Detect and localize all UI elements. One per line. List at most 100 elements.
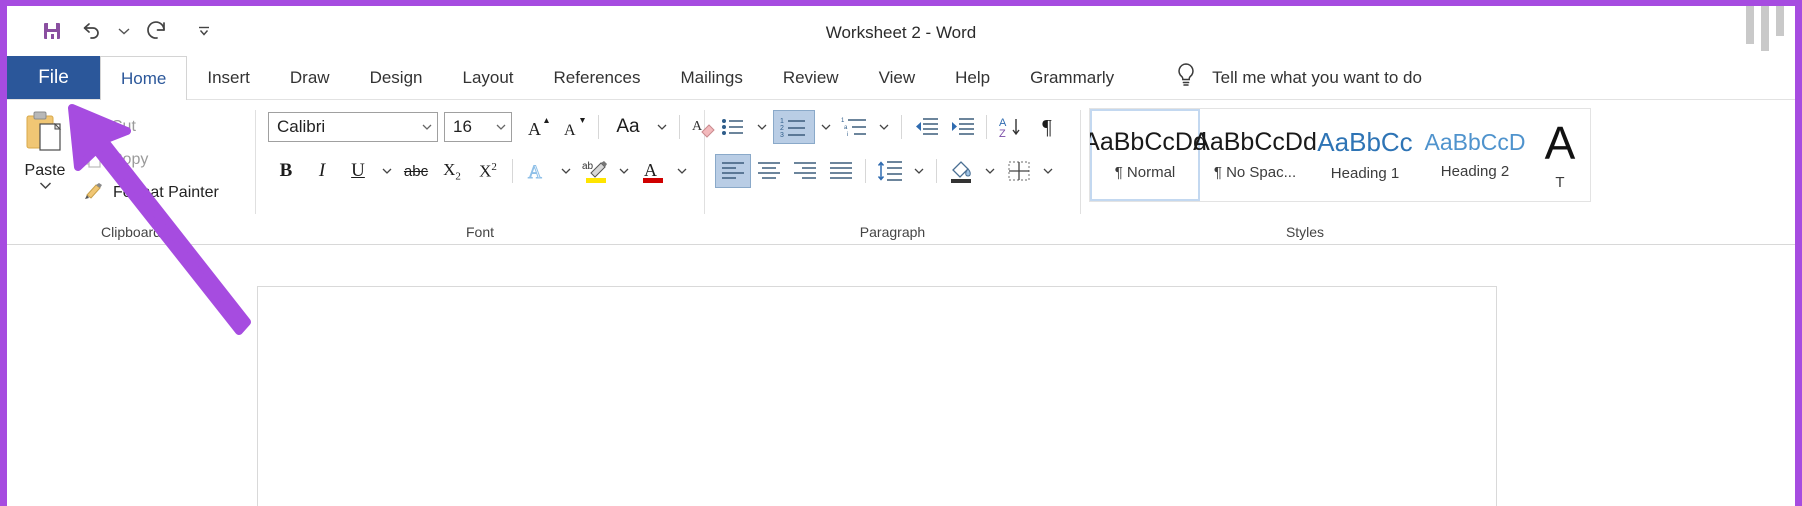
multilevel-list-icon[interactable]: 1 a i <box>837 110 873 144</box>
style-preview: AaBbCcDd <box>1193 127 1317 156</box>
text-effects-dropdown-icon[interactable] <box>555 154 577 188</box>
font-color-dropdown-icon[interactable] <box>671 154 693 188</box>
text-highlight-color-icon[interactable]: ab <box>577 154 613 188</box>
svg-text:3: 3 <box>780 132 784 138</box>
copy-label: Copy <box>111 151 149 168</box>
undo-icon[interactable] <box>74 15 108 47</box>
svg-text:A: A <box>528 119 541 139</box>
line-spacing-dropdown-icon[interactable] <box>908 154 930 188</box>
tab-mailings[interactable]: Mailings <box>660 56 762 99</box>
style-heading-2[interactable]: AaBbCcD Heading 2 <box>1420 109 1530 201</box>
change-case-icon[interactable]: Aa <box>605 110 651 144</box>
style-normal[interactable]: AaBbCcDd ¶ Normal <box>1090 109 1207 201</box>
style-no-spacing[interactable]: AaBbCcDd ¶ No Spac... <box>1193 109 1317 201</box>
svg-text:A: A <box>692 119 703 134</box>
style-name: T <box>1555 173 1565 191</box>
tab-view[interactable]: View <box>859 56 936 99</box>
close-button[interactable] <box>1776 6 1784 36</box>
undo-dropdown-icon[interactable] <box>113 15 135 47</box>
superscript-icon[interactable]: X2 <box>470 154 506 188</box>
underline-icon[interactable]: U <box>340 154 376 188</box>
bullets-icon[interactable] <box>715 110 751 144</box>
bullets-dropdown-icon[interactable] <box>751 110 773 144</box>
tab-design[interactable]: Design <box>350 56 443 99</box>
format-painter-button[interactable]: Format Painter <box>83 180 219 206</box>
svg-text:ab: ab <box>582 161 594 172</box>
annotation-border-top <box>0 0 1802 6</box>
tab-grammarly[interactable]: Grammarly <box>1010 56 1134 99</box>
tab-draw[interactable]: Draw <box>270 56 350 99</box>
style-heading-1[interactable]: AaBbCc Heading 1 <box>1310 109 1420 201</box>
strikethrough-icon[interactable]: abc <box>398 154 434 188</box>
shrink-font-icon[interactable]: A <box>556 110 592 144</box>
tab-references[interactable]: References <box>534 56 661 99</box>
tab-file[interactable]: File <box>7 56 100 99</box>
grow-font-icon[interactable]: A <box>520 110 556 144</box>
font-size-input[interactable]: 16 <box>444 112 512 142</box>
borders-icon[interactable] <box>1001 154 1037 188</box>
document-page[interactable] <box>257 286 1497 506</box>
cut-button[interactable]: Cut <box>83 114 219 140</box>
paragraph-group-label: Paragraph <box>859 224 926 240</box>
highlight-dropdown-icon[interactable] <box>613 154 635 188</box>
align-center-icon[interactable] <box>751 154 787 188</box>
show-formatting-marks-icon[interactable]: ¶ <box>1029 110 1065 144</box>
borders-dropdown-icon[interactable] <box>1037 154 1059 188</box>
svg-text:1: 1 <box>780 118 784 125</box>
ribbon-group-styles: AaBbCcDd ¶ Normal AaBbCcDd ¶ No Spac... … <box>1081 100 1795 245</box>
sort-icon[interactable]: A Z <box>993 110 1029 144</box>
subscript-icon[interactable]: X2 <box>434 154 470 188</box>
decrease-indent-icon[interactable] <box>908 110 944 144</box>
italic-icon[interactable]: I <box>304 154 340 188</box>
svg-text:i: i <box>847 132 848 138</box>
text-effects-icon[interactable]: A <box>519 154 555 188</box>
font-name-input[interactable]: Calibri <box>268 112 438 142</box>
tell-me-box[interactable]: Tell me what you want to do <box>1134 56 1422 99</box>
bold-icon[interactable]: B <box>268 154 304 188</box>
svg-text:A: A <box>564 122 576 139</box>
shading-icon[interactable] <box>943 154 979 188</box>
style-preview: A <box>1544 116 1576 169</box>
ribbon: Paste Cut Copy Format Painter Clipboard … <box>7 100 1795 245</box>
numbering-dropdown-icon[interactable] <box>815 110 837 144</box>
increase-indent-icon[interactable] <box>944 110 980 144</box>
minimize-button[interactable] <box>1746 6 1754 44</box>
underline-dropdown-icon[interactable] <box>376 154 398 188</box>
format-painter-label: Format Painter <box>113 184 219 201</box>
paste-button[interactable]: Paste <box>7 108 83 192</box>
tab-review[interactable]: Review <box>763 56 859 99</box>
paste-dropdown-icon[interactable] <box>39 180 52 192</box>
tell-me-label: Tell me what you want to do <box>1212 67 1422 87</box>
style-preview: AaBbCcDd <box>1089 127 1207 156</box>
style-title[interactable]: A T <box>1530 109 1590 201</box>
font-size-value: 16 <box>453 117 472 136</box>
paste-icon <box>26 111 62 151</box>
quick-access-toolbar <box>7 15 215 47</box>
tab-home[interactable]: Home <box>100 56 188 100</box>
svg-text:1: 1 <box>841 118 845 124</box>
ribbon-group-font: Calibri 16 A A Aa A B I U abc X2 X2 A ab… <box>256 100 715 245</box>
copy-button[interactable]: Copy <box>83 147 219 173</box>
multilevel-list-dropdown-icon[interactable] <box>873 110 895 144</box>
font-color-icon[interactable]: A <box>635 154 671 188</box>
document-area[interactable] <box>7 246 1795 506</box>
align-left-icon[interactable] <box>715 154 751 188</box>
title-bar: Worksheet 2 - Word <box>7 6 1795 56</box>
maximize-button[interactable] <box>1761 6 1769 51</box>
tab-help[interactable]: Help <box>935 56 1010 99</box>
align-right-icon[interactable] <box>787 154 823 188</box>
line-spacing-icon[interactable] <box>872 154 908 188</box>
save-icon[interactable] <box>35 15 69 47</box>
customize-qat-icon[interactable] <box>193 15 215 47</box>
change-case-dropdown-icon[interactable] <box>651 110 673 144</box>
tab-layout[interactable]: Layout <box>442 56 533 99</box>
annotation-border-right <box>1795 0 1802 506</box>
svg-text:a: a <box>844 125 848 131</box>
annotation-border-left <box>0 0 7 506</box>
redo-icon[interactable] <box>140 15 174 47</box>
justify-icon[interactable] <box>823 154 859 188</box>
tab-insert[interactable]: Insert <box>187 56 270 99</box>
shading-dropdown-icon[interactable] <box>979 154 1001 188</box>
style-name: Heading 2 <box>1440 163 1510 181</box>
numbering-icon[interactable]: 1 2 3 <box>773 110 815 144</box>
